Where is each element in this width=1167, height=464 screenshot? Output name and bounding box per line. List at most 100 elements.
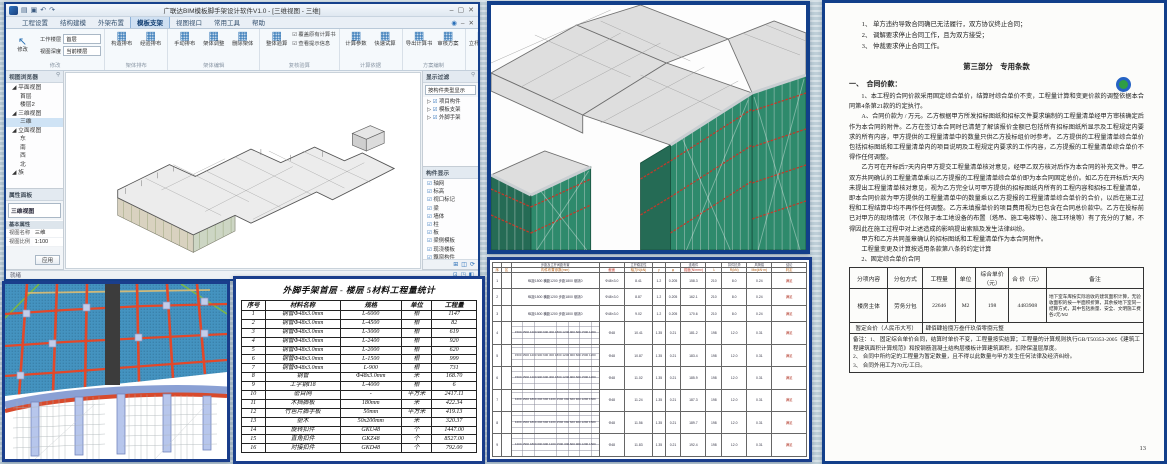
- component-item-标高[interactable]: ☑ 标高: [423, 188, 478, 196]
- open-icon[interactable]: ▣: [31, 6, 38, 15]
- ribbon-button[interactable]: ▦导出计算书: [406, 30, 433, 48]
- calc-cell: 11.24: [624, 389, 652, 411]
- ribbon-button[interactable]: ▦立杆平面图: [469, 30, 478, 48]
- calc-cell: 1.2: [653, 305, 666, 321]
- calc-cell: 187.3: [681, 389, 706, 411]
- component-item-梁[interactable]: ☑ 梁: [423, 205, 478, 213]
- tree-item-南[interactable]: 南: [6, 144, 63, 153]
- tree-item-北[interactable]: 北: [6, 161, 63, 170]
- material-row: 8钢管Φ48x3.0mm米168.70: [242, 373, 477, 382]
- material-header-cell: 序号: [242, 301, 266, 311]
- ribbon-button[interactable]: ▦架体调整: [200, 30, 227, 48]
- component-item-墙体[interactable]: ☑ 墙体: [423, 213, 478, 221]
- material-cell: -: [340, 391, 401, 400]
- prop-value[interactable]: 1:100: [33, 238, 63, 246]
- material-cell: GKU48: [340, 426, 401, 435]
- calc-cell: 满足: [772, 389, 807, 411]
- refresh-icon[interactable]: ⟳: [470, 261, 475, 268]
- child-close-button[interactable]: ✕: [469, 19, 474, 27]
- calc-cell: 198: [706, 344, 722, 366]
- tree-item-首层[interactable]: 首层: [6, 93, 63, 102]
- save-icon[interactable]: ▤: [21, 6, 28, 15]
- tree-group-族[interactable]: ◢ 族: [6, 169, 63, 178]
- calc-cell: 0.21: [665, 434, 681, 457]
- type-selector[interactable]: 三维视图: [8, 203, 61, 218]
- component-item-柱[interactable]: ☑ 柱: [423, 221, 478, 229]
- filter-item-外脚手架[interactable]: ▷ ☑ 外脚手架: [423, 114, 478, 122]
- ribbon-group: ▦立杆平面图▦剖面图☑ 标高标注☑ 梁板平面图☑ 横杆大样图模架平面图工具: [466, 29, 478, 70]
- select-all-icon[interactable]: ⊞: [453, 261, 458, 268]
- pin-icon[interactable]: ⚲: [56, 72, 60, 81]
- ribbon-button[interactable]: ▦计算参数: [343, 30, 370, 48]
- calc-cell: 1.35: [653, 344, 666, 366]
- ribbon-buttons: ▦手动排布▦架体调整▦删除架体: [171, 30, 256, 60]
- ribbon-button[interactable]: ▦经验排布: [137, 30, 164, 48]
- modify-button[interactable]: ↖ 修改: [9, 36, 36, 54]
- invert-icon[interactable]: ◫: [461, 261, 467, 268]
- component-item-轴网[interactable]: ☑ 轴网: [423, 180, 478, 188]
- component-item-视口标记[interactable]: ☑ 视口标记: [423, 196, 478, 204]
- material-cell: 11: [242, 399, 266, 408]
- tree-item-西[interactable]: 西: [6, 152, 63, 161]
- filter-mode-select[interactable]: 按构件类型显示: [425, 85, 476, 95]
- ribbon-option[interactable]: ☑ 查看提示信息: [292, 39, 335, 47]
- work-floor-select[interactable]: 首层: [63, 34, 101, 44]
- filter-item-模板支架[interactable]: ▷ ☑ 模板支架: [423, 106, 478, 114]
- tree-group-三维视图[interactable]: ◢ 三维视图: [6, 110, 63, 119]
- tree-item-楼层2[interactable]: 楼层2: [6, 101, 63, 110]
- material-cell: 2: [242, 319, 266, 328]
- tree-item-三维[interactable]: 三维: [6, 118, 63, 127]
- calc-cell: 8.0: [722, 305, 747, 321]
- component-item-现浇楼板[interactable]: ☑ 现浇楼板: [423, 246, 478, 254]
- minimize-button[interactable]: –: [450, 6, 454, 15]
- ribbon-group-label: 模架平面图工具: [469, 60, 478, 70]
- component-item-梁侧模板[interactable]: ☑ 梁侧模板: [423, 237, 478, 245]
- undo-icon[interactable]: ↶: [40, 6, 46, 15]
- apply-button[interactable]: 应用: [35, 255, 60, 265]
- ribbon-button[interactable]: ▦手动排布: [171, 30, 198, 48]
- material-cell: 个: [401, 444, 432, 453]
- tree-group-平面视图[interactable]: ◢ 平面视图: [6, 84, 63, 93]
- filter-item-项目构件[interactable]: ▷ ☑ 项目构件: [423, 98, 478, 106]
- ribbon-button[interactable]: ▦构造排布: [108, 30, 135, 48]
- model-3d-viewport[interactable]: [65, 72, 421, 269]
- ribbon-button[interactable]: ▦整体验算: [263, 30, 290, 48]
- child-minimize-button[interactable]: –: [461, 20, 465, 27]
- help-icon[interactable]: ◉: [451, 19, 457, 27]
- ribbon: ↖ 修改 工作楼层 首层 视图深度 当前楼层 修改: [6, 29, 478, 71]
- ribbon-group-label: 架体编辑: [171, 60, 256, 70]
- ribbon-button[interactable]: ▦快速试算: [372, 30, 399, 48]
- calc-cell: 12.0: [722, 367, 747, 389]
- highlight-dot-icon: [1116, 77, 1131, 92]
- redo-icon[interactable]: ↷: [49, 6, 55, 15]
- calc-cell: 8: [493, 412, 502, 434]
- calc-cell: 满足: [772, 322, 807, 344]
- close-button[interactable]: ✕: [468, 6, 474, 15]
- material-row: 14旋转扣件GKU48个1447.00: [242, 426, 477, 435]
- tree-item-东[interactable]: 东: [6, 135, 63, 144]
- calculation-sheet-panel: 步距及立杆间距布置立杆稳定性连墙件扣件抗滑风荷载结论序区构件布置参数(mm)截面…: [487, 257, 812, 462]
- material-cell: L-4000: [340, 382, 401, 391]
- calc-cell: 满足: [772, 412, 807, 434]
- calc-row: 41500 1500 1200 900 600 300 1800 1200 90…: [493, 322, 807, 344]
- material-cell: 个: [401, 435, 432, 444]
- calc-cell: 5: [493, 344, 502, 366]
- material-row: 9工字钢I18L-4000根6: [242, 382, 477, 391]
- contract-paragraph: 1、本工程的合同价款采用固定综合单价，结算时综合单价不变，工程量计算和变更价款的…: [849, 92, 1144, 112]
- prop-value[interactable]: 三维: [33, 229, 63, 237]
- calc-cell: 0.205: [665, 273, 681, 289]
- ribbon-button[interactable]: ▦删除架体: [229, 30, 256, 48]
- view-depth-select[interactable]: 当前楼层: [63, 46, 101, 56]
- ribbon-option[interactable]: ☑ 覆盖原有计算书: [292, 30, 335, 38]
- tree-group-立面视图[interactable]: ◢ 立面视图: [6, 127, 63, 136]
- component-item-板[interactable]: ☑ 板: [423, 229, 478, 237]
- ribbon-group-label: 架体排布: [108, 60, 164, 70]
- work-floor-label: 工作楼层: [40, 35, 61, 43]
- calc-cell: 162.1: [681, 289, 706, 305]
- building-model-graphic: [66, 73, 420, 268]
- material-cell: 12: [242, 408, 266, 417]
- maximize-button[interactable]: ▢: [458, 6, 465, 15]
- page-number: 13: [1140, 445, 1147, 452]
- pin-icon[interactable]: ⚲: [471, 72, 475, 81]
- ribbon-button[interactable]: ▦审核方案: [435, 30, 462, 48]
